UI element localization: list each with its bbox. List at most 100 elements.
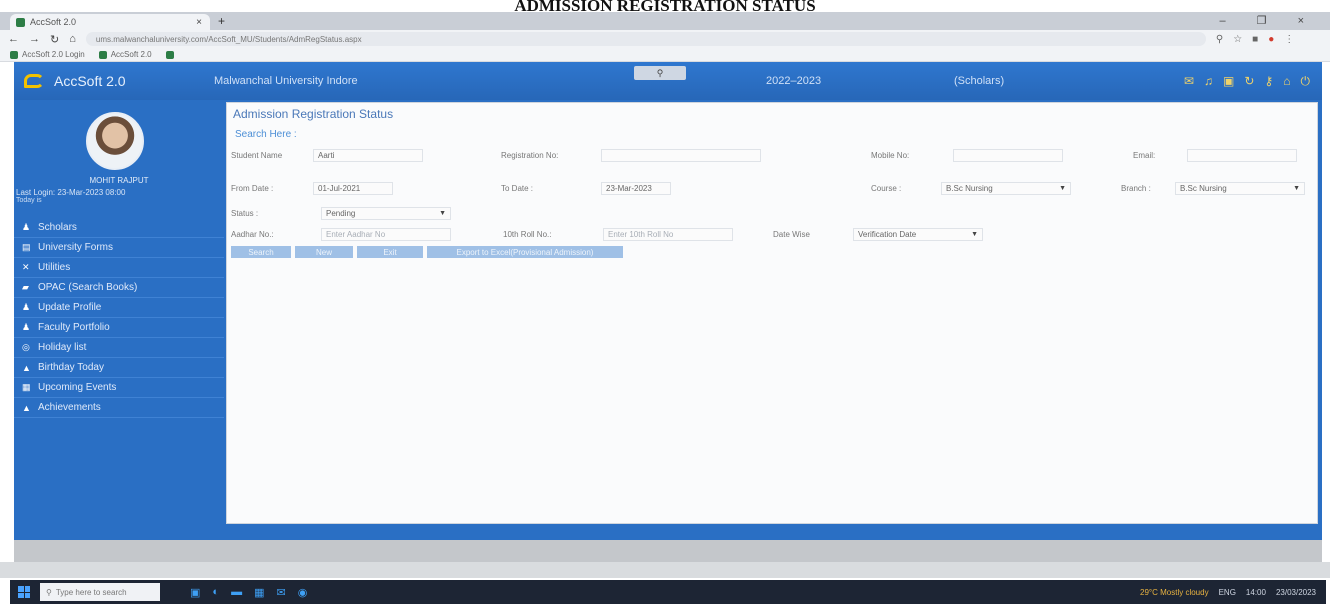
to-date-label: To Date : <box>501 183 534 193</box>
sidebar-item-university-forms[interactable]: ▤ University Forms <box>14 238 224 258</box>
roll-no-label: 10th Roll No.: <box>503 229 552 239</box>
search-icon: ⚲ <box>46 587 52 597</box>
cake-icon: ▲ <box>22 362 31 373</box>
user-icon: ♟ <box>22 322 31 332</box>
globe-icon: ◎ <box>22 342 30 352</box>
to-date-input[interactable]: 23-Mar-2023 <box>601 181 671 195</box>
mail-icon[interactable]: ✉ <box>1184 74 1194 89</box>
language-indicator[interactable]: ENG <box>1219 588 1236 597</box>
new-tab-button[interactable]: + <box>218 14 225 28</box>
sidebar-item-upcoming-events[interactable]: ▦ Upcoming Events <box>14 378 224 398</box>
bookmark-item[interactable]: AccSoft 2.0 <box>98 50 152 59</box>
bookmark-item[interactable]: AccSoft 2.0 Login <box>10 50 85 59</box>
form-row-2: From Date : 01-Jul-2021 To Date : 23-Mar… <box>231 179 1305 197</box>
email-label: Email: <box>1133 150 1156 160</box>
aadhar-input[interactable]: Enter Aadhar No <box>321 227 451 241</box>
form-icon: ▤ <box>22 242 31 252</box>
sidebar-item-faculty-portfolio[interactable]: ♟ Faculty Portfolio <box>14 318 224 338</box>
taskbar-apps: ▣ ◐ ▬ ▦ ✉ ◉ <box>190 586 307 599</box>
home-icon[interactable]: ⌂ <box>69 33 76 45</box>
mail-icon[interactable]: ✉ <box>276 586 285 599</box>
from-date-input[interactable]: 01-Jul-2021 <box>313 181 393 195</box>
chevron-down-icon: ▼ <box>971 230 978 238</box>
file-explorer-icon[interactable]: ▬ <box>231 586 242 599</box>
app-window: AccSoft 2.0 Malwanchal University Indore… <box>14 62 1322 540</box>
extension-icon[interactable]: ■ <box>1252 34 1258 45</box>
sidebar-item-birthday-today[interactable]: ▲ Birthday Today <box>14 358 224 378</box>
export-excel-button[interactable]: Export to Excel(Provisional Admission) <box>427 246 623 258</box>
windows-start-icon[interactable] <box>18 586 30 598</box>
sidebar-item-holiday-list[interactable]: ◎ Holiday list <box>14 338 224 358</box>
menu-dots-icon[interactable]: ⋮ <box>1284 34 1294 45</box>
favicon-icon <box>98 50 107 59</box>
sidebar: MOHIT RAJPUT Last Login: 23-Mar-2023 08:… <box>14 100 224 540</box>
chrome-icon[interactable]: ◉ <box>298 586 308 599</box>
taskbar-search-input[interactable]: ⚲ Type here to search <box>40 583 160 601</box>
sidebar-item-opac[interactable]: ▰ OPAC (Search Books) <box>14 278 224 298</box>
app-name: AccSoft 2.0 <box>54 73 126 89</box>
zoom-icon[interactable]: ⚲ <box>1216 34 1223 45</box>
tools-icon: ✕ <box>22 262 30 272</box>
clock-date[interactable]: 23/03/2023 <box>1276 588 1316 597</box>
app-header: AccSoft 2.0 Malwanchal University Indore… <box>14 62 1322 100</box>
browser-toolbar: ← → ↻ ⌂ ums.malwanchaluniversity.com/Acc… <box>0 30 1330 48</box>
registration-no-input[interactable] <box>601 148 761 162</box>
status-select[interactable]: Pending ▼ <box>321 206 451 220</box>
weather-widget[interactable]: 29°C Mostly cloudy <box>1140 588 1209 597</box>
system-tray: 29°C Mostly cloudy ENG 14:00 23/03/2023 <box>1140 588 1316 597</box>
store-icon[interactable]: ▦ <box>254 586 264 599</box>
back-icon[interactable]: ← <box>8 33 19 45</box>
user-icon: ♟ <box>22 302 31 312</box>
mobile-no-label: Mobile No: <box>871 150 910 160</box>
window-controls[interactable]: – ❐ × <box>1219 14 1318 27</box>
bookmark-star-icon[interactable]: ☆ <box>1233 34 1242 45</box>
forward-icon[interactable]: → <box>29 33 40 45</box>
course-select[interactable]: B.Sc Nursing ▼ <box>941 181 1071 195</box>
browser-tab[interactable]: AccSoft 2.0 × <box>10 14 210 30</box>
key-icon[interactable]: ⚷ <box>1264 74 1273 89</box>
clock-time[interactable]: 14:00 <box>1246 588 1266 597</box>
user-icon: ♟ <box>22 222 31 232</box>
app-footer <box>14 540 1322 562</box>
favicon-icon <box>10 50 18 59</box>
student-name-input[interactable]: Aarti <box>313 148 423 162</box>
chevron-down-icon: ▼ <box>439 209 446 217</box>
sidebar-item-scholars[interactable]: ♟ Scholars <box>14 218 224 238</box>
power-icon[interactable]: ⏻ <box>1301 74 1311 89</box>
roll-no-input[interactable]: Enter 10th Roll No <box>603 227 733 241</box>
aadhar-label: Aadhar No.: <box>231 229 274 239</box>
user-name: MOHIT RAJPUT <box>89 176 149 185</box>
form-row-3: Status : Pending ▼ <box>231 204 451 222</box>
sidebar-item-achievements[interactable]: ▲ Achievements <box>14 398 224 418</box>
task-view-icon[interactable]: ▣ <box>190 586 200 599</box>
profile-icon[interactable]: ● <box>1268 34 1274 45</box>
exit-button[interactable]: Exit <box>357 246 423 258</box>
reload-icon[interactable]: ↻ <box>50 33 59 46</box>
new-button[interactable]: New <box>295 246 353 258</box>
sidebar-item-update-profile[interactable]: ♟ Update Profile <box>14 298 224 318</box>
action-buttons: Search New Exit Export to Excel(Provisio… <box>231 246 623 258</box>
branch-label: Branch : <box>1121 183 1151 193</box>
refresh-icon[interactable]: ↻ <box>1244 74 1254 89</box>
branch-select[interactable]: B.Sc Nursing ▼ <box>1175 181 1305 195</box>
search-here-label: Search Here : <box>235 129 297 140</box>
sidebar-menu: ♟ Scholars ▤ University Forms ✕ Utilities ▰… <box>14 218 224 418</box>
date-wise-select[interactable]: Verification Date ▼ <box>853 227 983 241</box>
bell-icon[interactable]: ♫ <box>1204 74 1213 89</box>
edge-icon[interactable]: ◐ <box>212 586 219 599</box>
bookmark-item[interactable] <box>165 50 174 59</box>
form-row-4: Aadhar No.: Enter Aadhar No 10th Roll No… <box>231 225 983 243</box>
close-icon[interactable]: × <box>196 17 202 28</box>
main-content: Admission Registration Status Search Her… <box>226 102 1318 524</box>
message-icon[interactable]: ▣ <box>1223 74 1234 89</box>
registration-no-label: Registration No: <box>501 150 559 160</box>
mobile-no-input[interactable] <box>953 148 1063 162</box>
header-search-icon[interactable]: ⚲ <box>634 66 686 80</box>
email-input[interactable] <box>1187 148 1297 162</box>
sidebar-item-utilities[interactable]: ✕ Utilities <box>14 258 224 278</box>
window-bottom <box>0 562 1330 578</box>
page-title: Admission Registration Status <box>233 107 394 121</box>
search-button[interactable]: Search <box>231 246 291 258</box>
address-bar[interactable]: ums.malwanchaluniversity.com/AccSoft_MU/… <box>85 32 1206 46</box>
home-icon[interactable]: ⌂ <box>1283 74 1290 89</box>
